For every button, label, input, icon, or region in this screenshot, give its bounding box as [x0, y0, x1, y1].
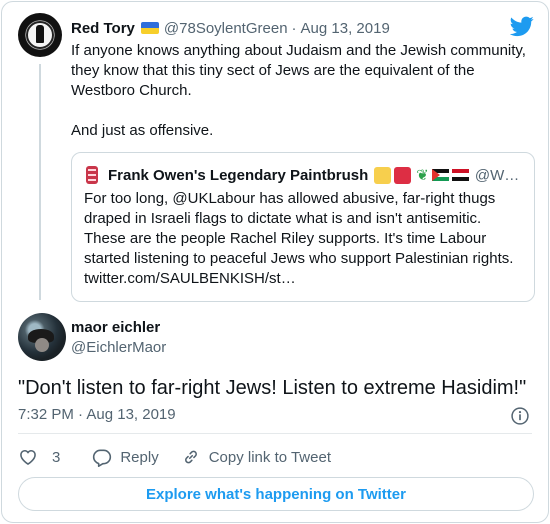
parent-author-name[interactable]: Red Tory [71, 20, 135, 37]
quoted-tweet-card[interactable]: Frank Owen's Legendary Paintbrush ❦ @W… … [71, 152, 535, 302]
main-tweet-text: "Don't listen to far-right Jews! Listen … [18, 377, 527, 399]
explore-twitter-button[interactable]: Explore what's happening on Twitter [18, 477, 534, 511]
ukraine-flag-icon [140, 22, 159, 34]
reply-button[interactable]: Reply [92, 447, 180, 467]
thread-connector-line [39, 64, 41, 300]
parent-tweet-header: Red Tory @78SoylentGreen · Aug 13, 2019 [71, 18, 390, 38]
red-heart-emoji-icon [394, 166, 412, 184]
parent-tweet-paragraph-2: And just as offensive. [71, 122, 214, 139]
avatar-figure [36, 25, 44, 43]
quoted-tweet-header: Frank Owen's Legendary Paintbrush ❦ @W… [84, 165, 519, 185]
main-author-handle[interactable]: @EichlerMaor [71, 339, 166, 356]
heart-icon [20, 449, 36, 465]
tweet-embed-card: Red Tory @78SoylentGreen · Aug 13, 2019 … [1, 1, 549, 523]
link-icon [184, 450, 197, 464]
actions-divider [18, 433, 532, 434]
info-icon[interactable] [510, 406, 530, 426]
yemen-flag-icon [451, 168, 469, 182]
like-count: 3 [52, 448, 61, 466]
rose-emoji-icon: ❦ [416, 167, 429, 184]
palestine-flag-icon [431, 168, 449, 182]
header-separator: · [291, 19, 297, 37]
reply-label: Reply [120, 448, 159, 466]
parent-author-avatar[interactable] [18, 13, 62, 57]
quoted-author-avatar [84, 166, 100, 184]
copy-link-label: Copy link to Tweet [208, 448, 331, 466]
twitter-bird-icon[interactable] [510, 14, 534, 38]
quoted-author-handle: @W… [474, 166, 520, 184]
parent-author-handle[interactable]: @78SoylentGreen [164, 20, 288, 37]
main-author-avatar[interactable] [18, 313, 66, 361]
quoted-tweet-text: For too long, @UKLabour has allowed abus… [84, 190, 514, 287]
avatar-face [35, 338, 49, 352]
main-tweet-timestamp[interactable]: 7:32 PM · Aug 13, 2019 [18, 406, 176, 423]
reply-bubble-icon [93, 449, 112, 467]
parent-tweet-date[interactable]: Aug 13, 2019 [301, 20, 390, 37]
quoted-author-name: Frank Owen's Legendary Paintbrush [108, 166, 369, 184]
yellow-heart-emoji-icon [374, 166, 392, 184]
like-button[interactable]: 3 [18, 447, 92, 467]
main-author-name[interactable]: maor eichler [71, 319, 160, 336]
parent-tweet-text: If anyone knows anything about Judaism a… [71, 41, 537, 141]
parent-tweet-paragraph-1: If anyone knows anything about Judaism a… [71, 42, 526, 99]
copy-link-button[interactable]: Copy link to Tweet [181, 447, 331, 467]
tweet-actions-bar: 3 Reply Copy link to Tweet [18, 446, 331, 468]
